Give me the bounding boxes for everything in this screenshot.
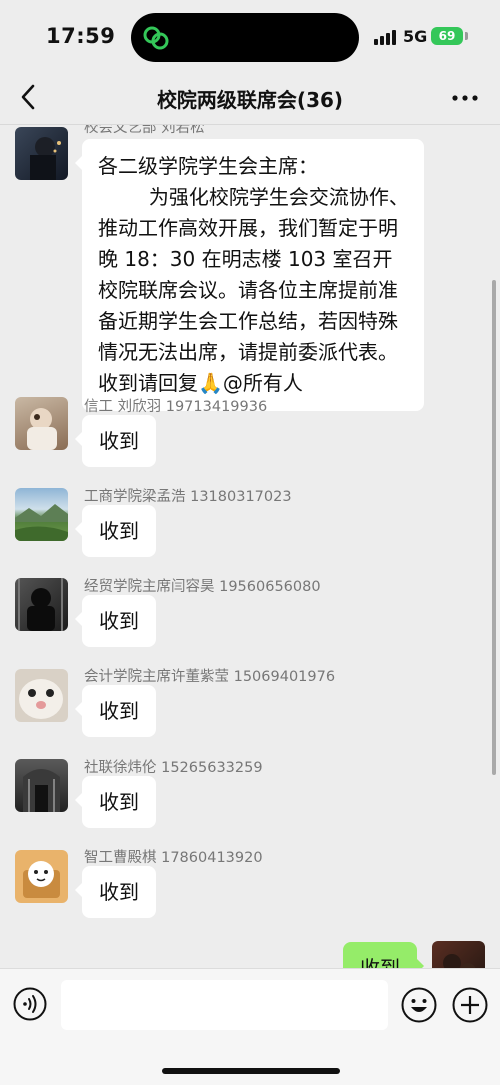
avatar[interactable] (15, 759, 68, 812)
voice-icon[interactable] (13, 987, 47, 1021)
avatar[interactable] (15, 669, 68, 722)
avatar[interactable] (15, 578, 68, 631)
sender-name: 工商学院梁孟浩 13180317023 (84, 489, 292, 505)
chat-title: 校院两级联席会(36) (156, 88, 344, 112)
chat-area[interactable]: 校会文艺部 刘若松 各二级学院学生会主席： 为强化校院学生会交流协作、推动工作高… (0, 125, 500, 968)
sender-name: 智工曹殿棋 17860413920 (84, 850, 263, 866)
avatar[interactable] (15, 850, 68, 903)
plus-circle-icon[interactable] (452, 987, 488, 1023)
status-time: 17:59 (46, 24, 116, 48)
status-bar: 17:59 5G 69 (0, 0, 500, 74)
scrollbar[interactable] (492, 280, 496, 775)
dynamic-island (131, 13, 359, 62)
message-bubble[interactable]: 收到 (75, 776, 156, 828)
sender-name: 经贸学院主席闫容昊 19560656080 (84, 579, 321, 595)
my-message-bubble[interactable]: 收到 (343, 942, 424, 968)
sender-name: 社联徐炜伦 15265633259 (84, 760, 263, 776)
message-input[interactable] (61, 980, 388, 1030)
home-indicator[interactable] (162, 1068, 340, 1074)
message-bubble[interactable]: 收到 (75, 505, 156, 557)
avatar[interactable] (15, 397, 68, 450)
battery-icon: 69 (431, 27, 463, 45)
sender-name: 校会文艺部 刘若松 (84, 125, 205, 136)
emoji-icon[interactable] (401, 987, 437, 1023)
cellular-signal-icon (374, 29, 398, 45)
my-avatar[interactable] (432, 941, 485, 968)
sender-name: 信工 刘欣羽 19713419936 (84, 399, 268, 415)
message-bubble[interactable]: 收到 (75, 685, 156, 737)
nav-bar: 校院两级联席会(36) (0, 74, 500, 125)
message-bubble[interactable]: 收到 (75, 595, 156, 647)
message-bubble[interactable]: 收到 (75, 415, 156, 467)
input-bar (0, 968, 500, 1085)
network-type: 5G (403, 27, 428, 46)
more-dots-icon[interactable] (450, 86, 480, 110)
battery-level: 69 (438, 29, 456, 43)
sender-name: 会计学院主席许董紫莹 15069401976 (84, 669, 336, 685)
message-bubble[interactable]: 收到 (75, 866, 156, 918)
wechat-link-icon (143, 26, 169, 50)
avatar[interactable] (15, 127, 68, 180)
avatar[interactable] (15, 488, 68, 541)
message-bubble[interactable]: 各二级学院学生会主席： 为强化校院学生会交流协作、推动工作高效开展，我们暂定于明… (75, 139, 424, 411)
battery-tip (465, 32, 468, 40)
